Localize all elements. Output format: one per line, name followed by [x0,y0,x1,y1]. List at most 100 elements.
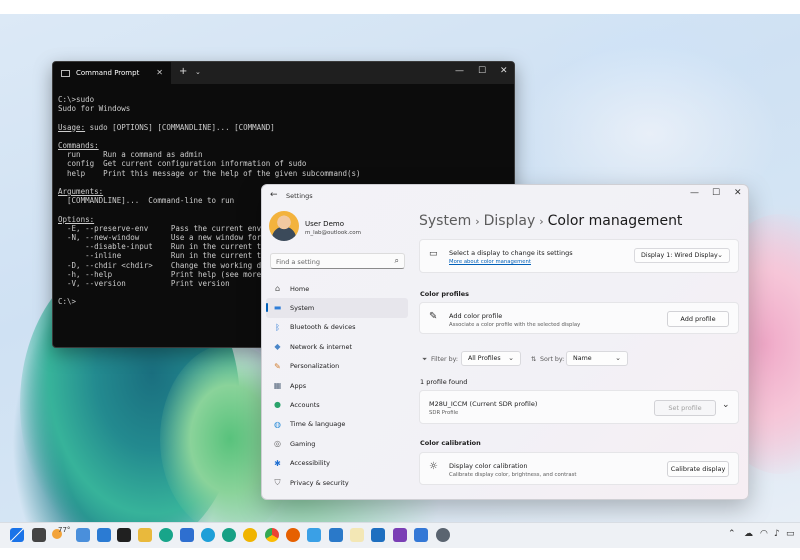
color-management-link[interactable]: More about color management [449,259,531,265]
filter-dropdown[interactable]: All Profiles ⌄ [461,351,521,366]
edge-dev-icon[interactable] [222,528,236,542]
cmd-tab[interactable]: Command Prompt ✕ [53,62,171,84]
close-tab-icon[interactable]: ✕ [156,68,163,77]
cmd-line: -h, --help Print help (see more wit [58,269,280,279]
sidebar-item-label: Apps [290,381,307,390]
store-icon[interactable] [371,528,385,542]
volume-icon[interactable]: ♪ [774,529,780,539]
cloud-icon[interactable]: ☁ [744,529,753,539]
word-icon[interactable] [329,528,343,542]
accounts-icon: ● [274,400,281,410]
close-icon[interactable]: ✕ [500,66,508,76]
onenote-icon[interactable] [393,528,407,542]
cmd-line: -E, --preserve-env Pass the current envi… [58,223,280,233]
photos-icon[interactable] [307,528,321,542]
edge-icon[interactable] [159,528,173,542]
cmd-line: config Get current configuration informa… [58,159,307,169]
brush-icon: ✎ [274,361,281,371]
close-icon[interactable]: ✕ [734,188,742,198]
sidebar-item-network-internet[interactable]: ◆ Network & internet [266,337,408,356]
paint-icon[interactable] [138,528,152,542]
cmd-line: -V, --version Print version [58,279,230,289]
wifi-icon[interactable]: ◠ [760,529,768,539]
profile-row[interactable]: M28U_ICCM (Current SDR profile) SDR Prof… [419,390,739,424]
new-tab-button[interactable]: + [179,66,187,77]
sort-dropdown[interactable]: Name ⌄ [566,351,628,366]
avatar[interactable] [269,211,299,241]
apps-icon: ▦ [273,380,282,390]
chevron-down-icon[interactable]: ⌄ [722,400,730,410]
sidebar-item-bluetooth-devices[interactable]: ᛒ Bluetooth & devices [266,318,408,337]
teams-icon[interactable] [414,528,428,542]
cmd-tab-title: Command Prompt [76,69,140,77]
chevron-down-icon: ⌄ [717,251,723,259]
edge-canary-icon[interactable] [243,528,257,542]
chevron-up-icon[interactable]: ⌃ [728,529,736,539]
sidebar-item-accounts[interactable]: ● Accounts [266,395,408,414]
start-icon[interactable] [10,528,24,542]
cmd-line: --disable-input Run in the current termi [58,242,280,252]
sort-label: Sort by: [540,356,565,363]
accessibility-icon: ✱ [274,458,281,468]
sidebar-item-apps[interactable]: ▦ Apps [266,376,408,395]
minimize-icon[interactable]: — [690,188,699,198]
sidebar-item-time-language[interactable]: ◍ Time & language [266,415,408,434]
add-profile-subtitle: Associate a color profile with the selec… [449,322,581,328]
sidebar-item-system[interactable]: ▬ System [266,298,408,318]
maximize-icon[interactable]: ☐ [478,66,486,76]
user-email: m_lab@outlook.com [305,230,361,236]
settings-icon[interactable] [436,528,450,542]
task-view-icon[interactable] [32,528,46,542]
cmd-line: Sudo for Windows [58,104,131,114]
back-arrow-icon[interactable]: ← [270,190,278,200]
filter-icon: ⏷ [422,356,428,363]
sidebar-item-home[interactable]: ⌂ Home [266,279,408,298]
cmd-titlebar[interactable]: Command Prompt ✕ + ⌄ — ☐ ✕ [53,62,514,84]
system-icon: ▬ [273,303,282,313]
breadcrumb-system[interactable]: System [419,213,471,229]
search-input[interactable]: Find a setting ⌕ [270,253,405,269]
sidebar-item-label: Accessibility [290,459,330,468]
sidebar-item-accessibility[interactable]: ✱ Accessibility [266,454,408,473]
color-profiles-heading: Color profiles [420,290,470,298]
terminal-icon [61,69,70,77]
calibrate-display-button[interactable]: Calibrate display [667,461,729,477]
pen-icon: ✎ [429,311,438,322]
home-icon: ⌂ [274,284,281,293]
terminal-icon[interactable] [117,528,131,542]
edge-beta-icon[interactable] [201,528,215,542]
settings-window[interactable]: ← Settings — ☐ ✕ User Demo m_lab@outlook… [261,184,749,500]
firefox-icon[interactable] [286,528,300,542]
cmd-line: -N, --new-window Use a new window for th… [58,233,280,243]
add-profile-title: Add color profile [449,312,503,320]
breadcrumb-display[interactable]: Display [484,213,536,229]
sidebar-item-label: Network & internet [290,342,353,351]
minimize-icon[interactable]: — [455,66,464,76]
outlook-icon[interactable] [180,528,194,542]
user-profile[interactable]: User Demo m_lab@outlook.com [269,211,409,243]
sidebar-item-privacy-security[interactable]: ⛉ Privacy & security [266,473,408,492]
notepad-icon[interactable] [350,528,364,542]
battery-icon[interactable]: ▭ [786,529,795,539]
set-profile-button[interactable]: Set profile [654,400,716,416]
cmd-line: Commands: [58,141,99,151]
chevron-right-icon: › [475,215,480,228]
add-profile-button[interactable]: Add profile [667,311,729,327]
settings-titlebar[interactable]: ← Settings — ☐ ✕ [262,185,748,207]
sidebar-item-gaming[interactable]: ◎ Gaming [266,434,408,453]
chrome-icon[interactable] [265,528,279,542]
widgets-icon[interactable] [76,528,90,542]
chevron-down-icon: ⌄ [615,354,621,362]
sidebar-item-personalization[interactable]: ✎ Personalization [266,357,408,376]
search-icon[interactable]: ⌕ [395,256,399,266]
network-icon: ◆ [274,342,281,352]
tab-dropdown-button[interactable]: ⌄ [195,68,201,76]
display-select-title: Select a display to change its settings [449,249,573,257]
display-dropdown[interactable]: Display 1: Wired Display ⌄ [634,248,730,263]
profile-type: SDR Profile [429,410,459,416]
sidebar-item-label: Privacy & security [290,478,349,487]
sidebar-item-label: System [290,304,315,313]
chevron-right-icon: › [539,215,544,228]
maximize-icon[interactable]: ☐ [712,188,720,198]
copilot-icon[interactable] [97,528,111,542]
